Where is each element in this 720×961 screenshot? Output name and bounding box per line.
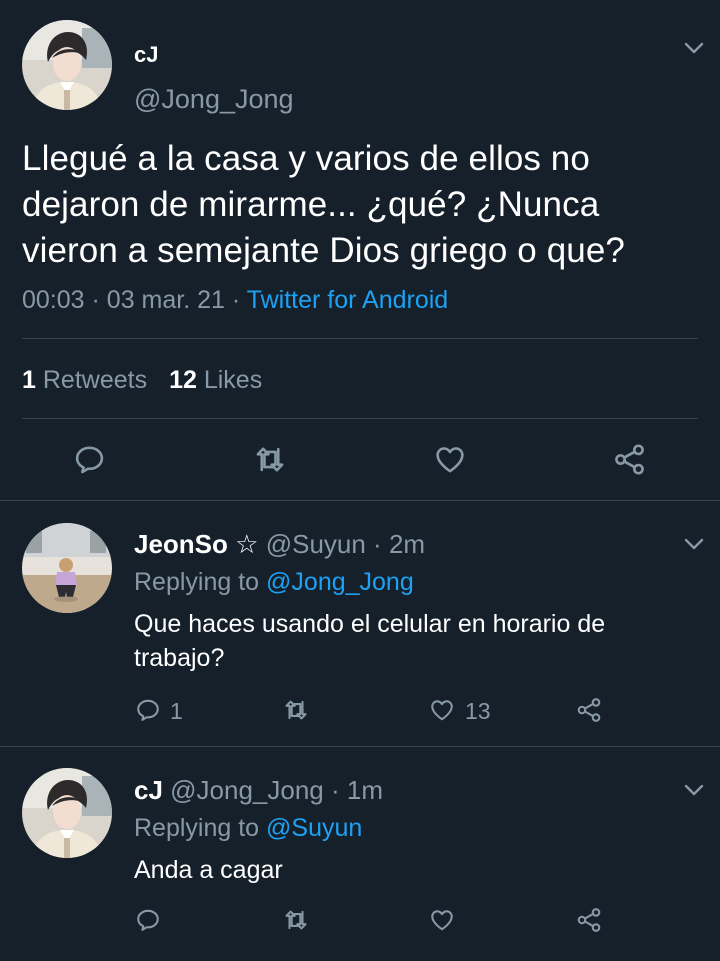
divider xyxy=(0,746,720,747)
reply-text: Anda a cagar xyxy=(134,856,283,884)
reply-icon[interactable] xyxy=(73,443,106,476)
meta-separator: · xyxy=(323,775,347,805)
avatar[interactable] xyxy=(22,768,112,858)
retweets-count: 1 xyxy=(22,366,36,394)
avatar[interactable] xyxy=(22,523,112,613)
chevron-down-icon[interactable] xyxy=(682,532,706,556)
likes-stat[interactable]: 12 Likes xyxy=(169,366,262,394)
reply-count: 1 xyxy=(170,698,183,724)
star-icon: ☆ xyxy=(235,529,259,559)
divider xyxy=(22,418,698,419)
replying-to: Replying to @Jong_Jong xyxy=(134,568,414,597)
like-icon[interactable] xyxy=(428,907,456,933)
likes-label: Likes xyxy=(203,366,263,394)
display-name[interactable]: JeonSo xyxy=(134,529,228,559)
reply-header: JeonSo ☆ @Suyun · 2m xyxy=(134,529,425,560)
retweet-icon[interactable] xyxy=(252,443,288,476)
display-name[interactable]: cJ xyxy=(134,775,163,805)
replying-to: Replying to @Suyun xyxy=(134,814,362,843)
divider xyxy=(0,500,720,501)
replying-to-handle[interactable]: @Suyun xyxy=(266,814,362,842)
avatar[interactable] xyxy=(22,20,112,110)
retweet-icon[interactable] xyxy=(281,697,311,723)
retweets-stat[interactable]: 1 Retweets xyxy=(22,366,147,394)
reply-icon[interactable] xyxy=(134,907,162,933)
tweet-text: Llegué a la casa y varios de ellos no de… xyxy=(22,139,625,270)
tweet-time: 00:03 xyxy=(22,286,85,314)
reply-text: Que haces usando el celular en horario d… xyxy=(134,610,606,672)
chevron-down-icon[interactable] xyxy=(682,36,706,60)
likes-count: 12 xyxy=(169,366,197,394)
retweets-label: Retweets xyxy=(42,366,148,394)
tweet-source-link[interactable]: Twitter for Android xyxy=(247,286,448,314)
user-handle[interactable]: @Jong_Jong xyxy=(170,775,324,805)
like-count: 13 xyxy=(465,698,491,724)
tweet-meta: 00:03 · 03 mar. 21 · Twitter for Android xyxy=(22,286,448,315)
replying-to-handle[interactable]: @Jong_Jong xyxy=(266,568,414,596)
replying-to-label: Replying to xyxy=(134,568,260,596)
reply-time: 2m xyxy=(388,529,426,559)
meta-separator: · xyxy=(231,286,247,314)
chevron-down-icon[interactable] xyxy=(682,778,706,802)
tweet-date: 03 mar. 21 xyxy=(106,286,225,314)
main-tweet: cJ @Jong_Jong Llegué a la casa y varios … xyxy=(0,0,720,501)
share-icon[interactable] xyxy=(574,697,604,723)
meta-separator: · xyxy=(365,529,389,559)
divider xyxy=(22,338,698,339)
engagement-stats: 1 Retweets 12 Likes xyxy=(22,366,262,395)
reply-icon[interactable] xyxy=(134,697,162,723)
reply-header: cJ @Jong_Jong · 1m xyxy=(134,775,383,806)
like-icon[interactable] xyxy=(433,443,467,476)
user-handle[interactable]: @Jong_Jong xyxy=(134,84,294,115)
reply-time: 1m xyxy=(346,775,384,805)
retweet-icon[interactable] xyxy=(281,907,311,933)
replying-to-label: Replying to xyxy=(134,814,260,842)
user-handle[interactable]: @Suyun xyxy=(266,529,366,559)
meta-separator: · xyxy=(91,286,107,314)
display-name[interactable]: cJ xyxy=(134,42,158,68)
share-icon[interactable] xyxy=(574,907,604,933)
like-icon[interactable] xyxy=(428,697,456,723)
share-icon[interactable] xyxy=(612,443,647,476)
